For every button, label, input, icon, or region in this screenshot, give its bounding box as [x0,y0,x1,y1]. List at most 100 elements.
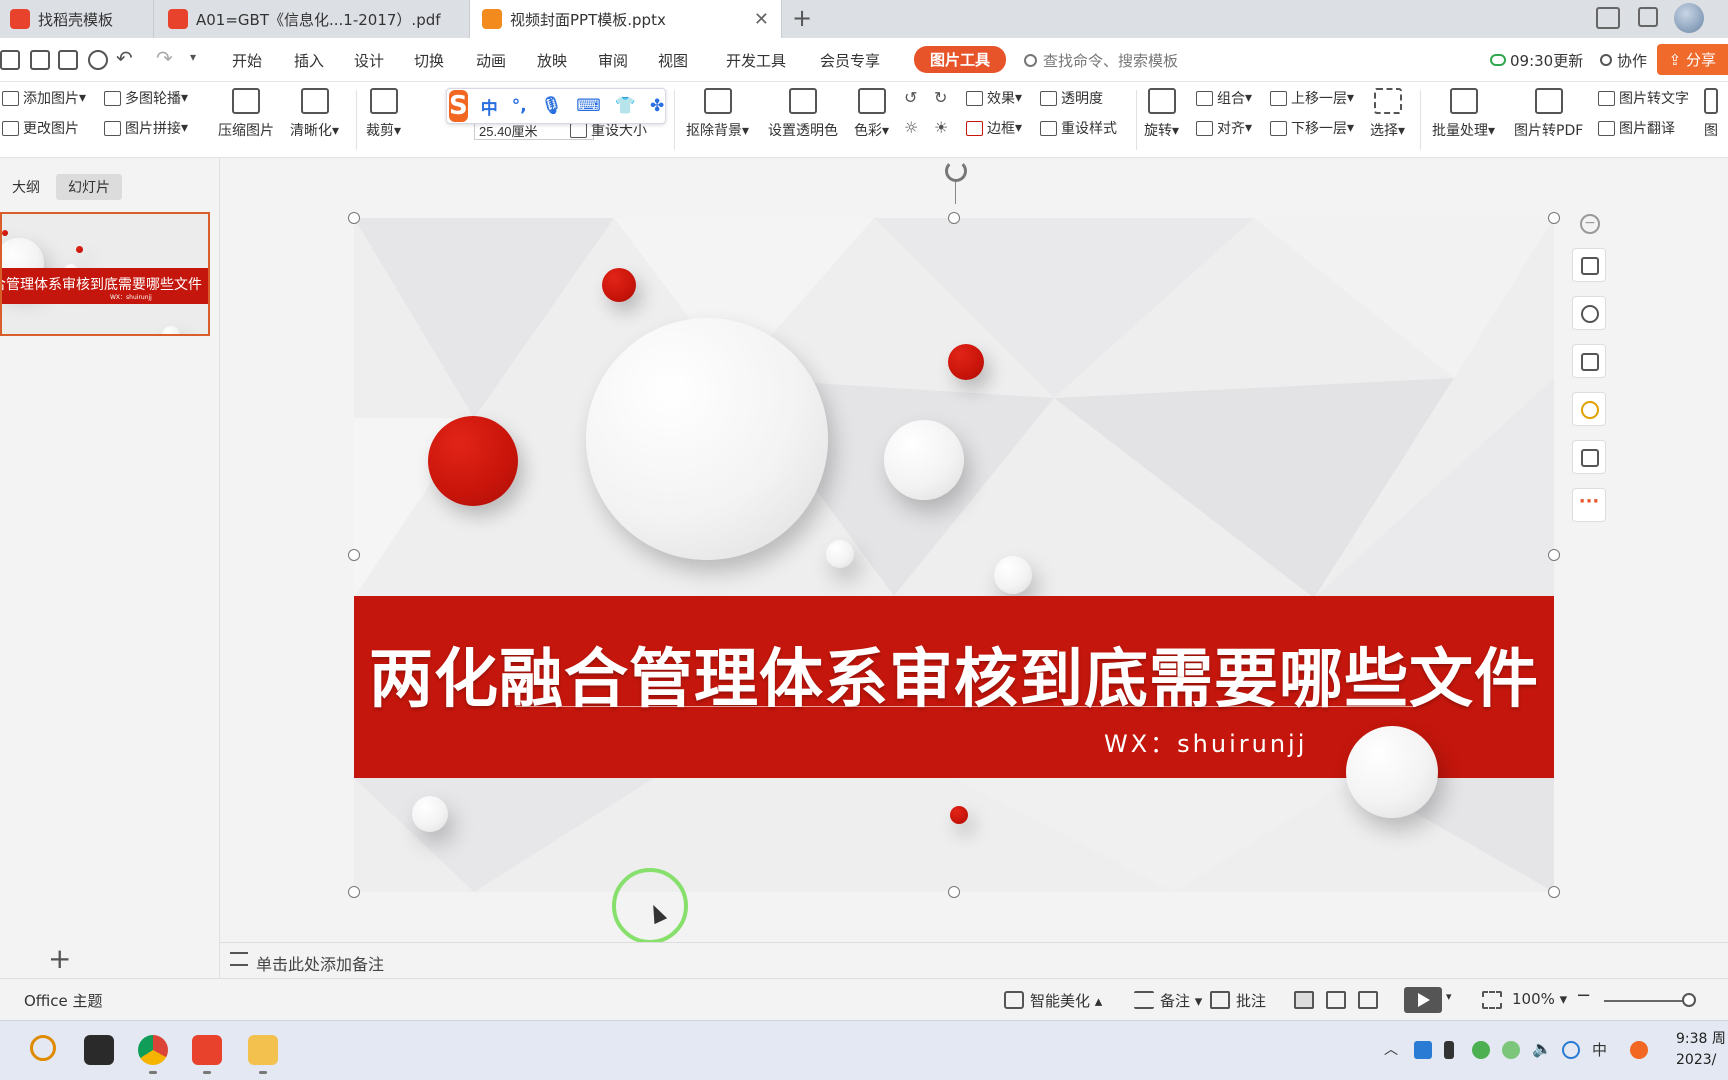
menu-insert[interactable]: 插入 [294,50,324,71]
play-slideshow-icon[interactable] [1404,987,1442,1013]
chrome-icon[interactable] [138,1035,168,1065]
select-button[interactable]: 选择▾ [1370,88,1405,140]
rotate-right-icon[interactable]: ↻ [934,88,947,107]
new-tab-icon[interactable]: + [792,4,812,32]
tab-pdf-document[interactable]: A01=GBT《信息化...1-2017）.pdf [154,0,470,38]
bring-forward-button[interactable]: 上移一层 ▾ [1270,88,1354,108]
sharpen-button[interactable]: 清晰化▾ [290,88,339,140]
align-button[interactable]: 对齐 ▾ [1196,118,1252,138]
rotate-handle-icon[interactable] [945,160,967,182]
tray-wechat-icon[interactable] [1472,1041,1490,1059]
menu-transitions[interactable]: 切换 [414,50,444,71]
ime-toolbar[interactable]: S 中 °, 🎙 ⌨ 👕 ✤ [446,88,666,124]
smart-beautify-button[interactable]: 智能美化 ▴ [1030,990,1102,1011]
set-transparent-color-button[interactable]: 设置透明色 [768,88,838,140]
ribbon-overflow-button[interactable]: 图 [1704,88,1718,140]
menu-view[interactable]: 视图 [658,50,688,71]
undo-icon[interactable]: ↶ [116,46,133,70]
fit-window-icon[interactable] [1482,991,1502,1009]
tab-docer-templates[interactable]: 找稻壳模板 [0,0,154,38]
volume-icon[interactable]: 🔈 [1532,1039,1552,1058]
sticky-notes-icon[interactable] [84,1035,114,1065]
menu-picture-tools[interactable]: 图片工具 [914,46,1007,73]
command-search[interactable]: 查找命令、搜索模板 [1024,50,1178,71]
tray-network-icon[interactable] [1502,1041,1520,1059]
cloud-sync-status[interactable]: 09:30更新 [1490,50,1583,71]
collapse-minus-icon[interactable]: − [1580,214,1600,234]
notes-toggle-button[interactable]: 备注 ▾ [1160,990,1202,1011]
crop-tool[interactable] [1572,344,1606,378]
play-options-dropdown[interactable]: ▾ [1446,990,1452,1003]
picture-mosaic-button[interactable]: 图片拼接 ▾ [104,118,188,138]
wps-office-icon[interactable] [192,1035,222,1065]
zoom-slider-track[interactable] [1604,1000,1692,1002]
slide-sorter-icon[interactable] [1326,991,1346,1009]
rotate-button[interactable]: 旋转▾ [1144,88,1179,140]
skin-shirt-icon[interactable]: 👕 [615,96,636,116]
system-clock[interactable]: 9:38 周 2023/ [1676,1029,1726,1071]
tab-outline[interactable]: 大纲 [0,174,52,200]
ime-punctuation[interactable]: °, [512,96,527,116]
resize-handle-left[interactable] [348,549,360,561]
menu-slideshow[interactable]: 放映 [537,50,567,71]
remove-background-button[interactable]: 抠除背景▾ [686,88,749,140]
normal-view-icon[interactable] [1294,991,1314,1009]
menu-animations[interactable]: 动画 [476,50,506,71]
slide-thumbnail-1[interactable]: 合管理体系审核到底需要哪些文件 WX：shuirunjj [0,212,210,336]
menu-review[interactable]: 审阅 [598,50,628,71]
tray-app-icon[interactable] [1414,1041,1432,1059]
tray-expand-icon[interactable]: ︿ [1384,1039,1398,1059]
zoom-level[interactable]: 100% ▾ [1512,990,1567,1008]
border-button[interactable]: 边框 ▾ [966,118,1022,138]
grid-apps-icon[interactable] [1638,7,1658,27]
menu-design[interactable]: 设计 [354,50,384,71]
input-method-indicator[interactable]: 中 [1592,1039,1607,1060]
resize-handle-top[interactable] [948,212,960,224]
tab-pptx-document[interactable]: 视频封面PPT模板.pptx ✕ [470,0,782,38]
menu-home[interactable]: 开始 [232,50,262,71]
reset-style-button[interactable]: 重设样式 [1040,118,1117,138]
share-button[interactable]: ⇪ 分享 [1656,44,1728,75]
resize-handle-top-left[interactable] [348,212,360,224]
tab-slides[interactable]: 幻灯片 [56,174,122,200]
crop-button[interactable]: 裁剪▾ [366,88,401,140]
resize-handle-right[interactable] [1548,549,1560,561]
menu-member[interactable]: 会员专享 [820,50,880,71]
microphone-icon[interactable]: 🎙 [541,96,563,116]
resize-handle-top-right[interactable] [1548,212,1560,224]
comments-button[interactable]: 批注 [1236,990,1266,1011]
save-icon[interactable] [0,50,20,70]
user-avatar[interactable] [1674,3,1704,33]
tray-chat-icon[interactable] [1562,1041,1580,1059]
zoom-slider-handle[interactable] [1682,993,1696,1007]
brightness-down-icon[interactable]: ☀ [934,118,948,137]
group-button[interactable]: 组合 ▾ [1196,88,1252,108]
resize-handle-bottom-right[interactable] [1548,886,1560,898]
multi-picture-carousel-button[interactable]: 多图轮播 ▾ [104,88,188,108]
search-taskbar-icon[interactable] [30,1035,56,1061]
color-button[interactable]: 色彩▾ [854,88,889,140]
close-tab-icon[interactable]: ✕ [754,9,769,30]
customize-quick-access-icon[interactable]: ▾ [190,50,196,64]
toolbox-grid-icon[interactable]: ✤ [650,96,664,116]
export-icon[interactable] [30,50,50,70]
slide-picture[interactable]: 两化融合管理体系审核到底需要哪些文件 WX：shuirunjj [354,218,1554,892]
batch-process-button[interactable]: 批量处理▾ [1432,88,1495,140]
notes-pane[interactable]: 单击此处添加备注 [220,942,1728,978]
slide-subtitle[interactable]: WX：shuirunjj [1104,724,1307,759]
idea-tool[interactable] [1572,392,1606,426]
theme-name[interactable]: Office 主题 [24,990,103,1011]
ime-chinese-mode[interactable]: 中 [481,94,498,119]
brightness-up-icon[interactable]: ☼ [904,118,918,137]
print-preview-icon[interactable] [88,50,108,70]
redo-icon[interactable]: ↷ [156,46,173,70]
send-backward-button[interactable]: 下移一层 ▾ [1270,118,1354,138]
resize-handle-bottom[interactable] [948,886,960,898]
reading-view-icon[interactable] [1358,991,1378,1009]
collaborate-button[interactable]: 协作 [1600,50,1647,71]
picture-to-text-tool[interactable] [1572,440,1606,474]
tray-sogou-icon[interactable] [1630,1041,1648,1059]
more-options-icon[interactable]: ··· [1572,488,1606,522]
picture-to-text-button[interactable]: 图片转文字 [1598,88,1689,108]
rotate-left-icon[interactable]: ↺ [904,88,917,107]
